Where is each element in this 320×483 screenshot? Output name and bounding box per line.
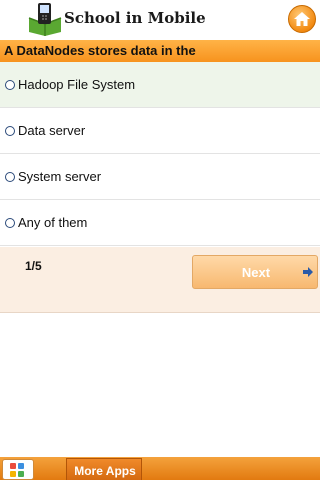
radio-button[interactable] bbox=[5, 218, 15, 228]
answer-options: Hadoop File System Data server System se… bbox=[0, 62, 320, 246]
more-apps-button[interactable]: More Apps bbox=[66, 458, 142, 480]
question-footer: 1/5 Next bbox=[0, 247, 320, 313]
radio-button[interactable] bbox=[5, 126, 15, 136]
option-item[interactable]: Data server bbox=[0, 108, 320, 154]
book-mobile-logo-icon bbox=[27, 2, 63, 36]
more-apps-label: More Apps bbox=[74, 464, 136, 478]
radio-button[interactable] bbox=[5, 172, 15, 182]
home-button[interactable] bbox=[288, 5, 316, 33]
question-bar: A DataNodes stores data in the bbox=[0, 40, 320, 62]
option-label: Data server bbox=[18, 123, 86, 138]
option-item[interactable]: Hadoop File System bbox=[0, 62, 320, 108]
radio-button[interactable] bbox=[5, 80, 15, 90]
option-label: Hadoop File System bbox=[18, 77, 136, 92]
next-button-label: Next bbox=[241, 265, 271, 280]
apps-grid-icon[interactable] bbox=[2, 459, 34, 480]
next-button[interactable]: Next bbox=[192, 255, 318, 289]
app-title: School in Mobile bbox=[64, 9, 206, 27]
option-item[interactable]: Any of them bbox=[0, 200, 320, 246]
arrow-right-icon bbox=[303, 267, 313, 277]
option-label: System server bbox=[18, 169, 102, 184]
app-header: School in Mobile bbox=[0, 0, 320, 40]
bottom-bar: More Apps bbox=[0, 457, 320, 480]
question-counter: 1/5 bbox=[25, 259, 42, 273]
option-item[interactable]: System server bbox=[0, 154, 320, 200]
question-text: A DataNodes stores data in the bbox=[4, 43, 196, 58]
home-icon bbox=[294, 12, 310, 26]
option-label: Any of them bbox=[18, 215, 88, 230]
